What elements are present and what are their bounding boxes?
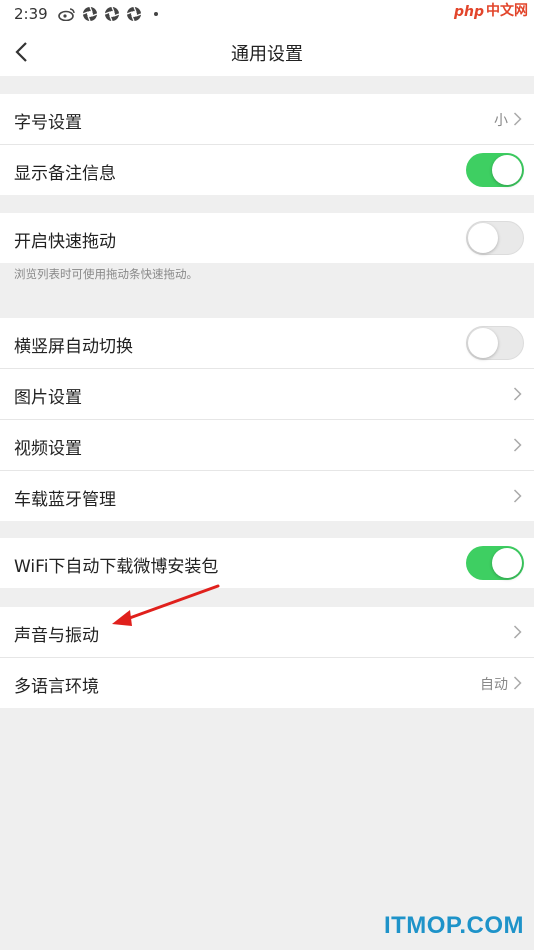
chevron-right-icon [513, 676, 522, 690]
chevron-right-icon [513, 438, 522, 452]
row-label: 视频设置 [14, 439, 82, 459]
toggle-knob [492, 155, 522, 185]
page-title: 通用设置 [231, 44, 303, 65]
row-value: 自动 [480, 677, 508, 693]
video-settings-row[interactable]: 视频设置 [0, 420, 534, 471]
quick-drag-toggle[interactable] [466, 221, 524, 255]
php-watermark: php 中文网 [453, 3, 528, 20]
row-label: 声音与振动 [14, 626, 99, 646]
row-label: 车载蓝牙管理 [14, 490, 116, 510]
show-remark-info-toggle[interactable] [466, 153, 524, 187]
notification-dot-icon [154, 12, 158, 16]
settings-group-4: WiFi下自动下载微博安装包 [0, 538, 534, 588]
wifi-auto-download-toggle[interactable] [466, 546, 524, 580]
quick-drag-hint: 浏览列表时可使用拖动条快速拖动。 [14, 267, 198, 281]
status-bar: 2:39 php 中文网 [0, 0, 534, 28]
row-label: 图片设置 [14, 388, 82, 408]
chevron-right-icon [513, 387, 522, 401]
quick-drag-row: 开启快速拖动 [0, 213, 534, 263]
toggle-knob [468, 223, 498, 253]
weibo-icon [58, 7, 76, 21]
settings-group-2: 开启快速拖动 [0, 213, 534, 263]
annotation-arrow-icon [112, 584, 220, 626]
itmop-watermark: ITMOP.COM [383, 912, 524, 939]
car-bluetooth-row[interactable]: 车载蓝牙管理 [0, 471, 534, 521]
sound-vibration-row[interactable]: 声音与振动 [0, 607, 534, 658]
auto-rotate-row: 横竖屏自动切换 [0, 318, 534, 369]
settings-group-3: 横竖屏自动切换 图片设置 视频设置 车载蓝牙管理 [0, 318, 534, 521]
row-label: 显示备注信息 [14, 164, 116, 184]
font-size-setting-row[interactable]: 字号设置 小 [0, 94, 534, 145]
nav-bar: 通用设置 [0, 28, 534, 76]
toggle-knob [468, 328, 498, 358]
chevron-right-icon [513, 112, 522, 126]
show-remark-info-row: 显示备注信息 [0, 145, 534, 195]
row-label: 开启快速拖动 [14, 232, 116, 252]
chevron-right-icon [513, 489, 522, 503]
row-label: 多语言环境 [14, 677, 99, 697]
row-label: 横竖屏自动切换 [14, 337, 133, 357]
aperture-icon [104, 6, 120, 22]
chevron-right-icon [513, 625, 522, 639]
aperture-icon [126, 6, 142, 22]
row-label: WiFi下自动下载微博安装包 [14, 557, 219, 577]
aperture-icon [82, 6, 98, 22]
image-settings-row[interactable]: 图片设置 [0, 369, 534, 420]
settings-group-5: 声音与振动 多语言环境 自动 [0, 607, 534, 708]
row-label: 字号设置 [14, 113, 82, 133]
language-row[interactable]: 多语言环境 自动 [0, 658, 534, 708]
toggle-knob [492, 548, 522, 578]
row-value: 小 [494, 113, 508, 129]
status-time: 2:39 [14, 5, 48, 23]
settings-group-1: 字号设置 小 显示备注信息 [0, 94, 534, 195]
status-icons [58, 5, 158, 23]
wifi-auto-download-row: WiFi下自动下载微博安装包 [0, 538, 534, 588]
auto-rotate-toggle[interactable] [466, 326, 524, 360]
